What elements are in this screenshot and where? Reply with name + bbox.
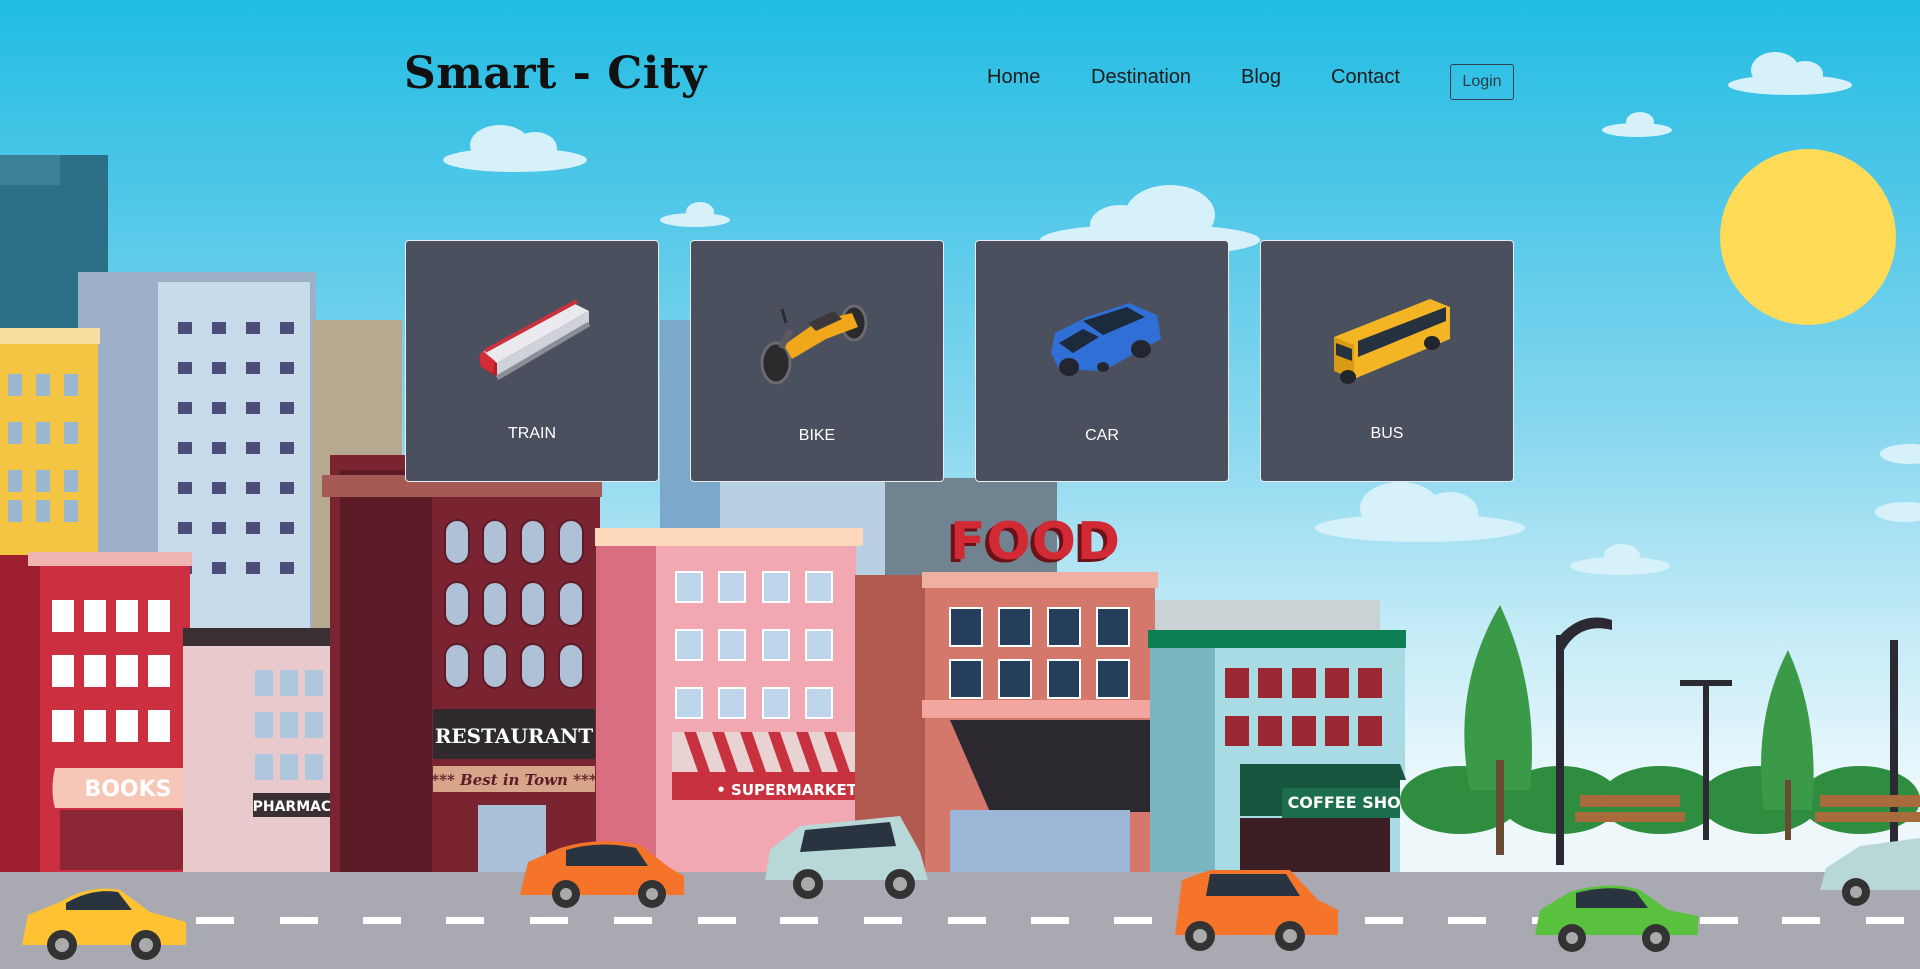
login-button[interactable]: Login <box>1450 64 1514 100</box>
train-icon <box>479 299 591 381</box>
bus-icon <box>1334 299 1450 384</box>
best-in-town-sign: *** Best in Town *** <box>431 771 597 789</box>
nav-destination[interactable]: Destination <box>1091 66 1191 89</box>
nav-contact[interactable]: Contact <box>1331 66 1400 89</box>
food-sign: FOOD <box>950 512 1122 572</box>
card-label-car: CAR <box>1085 427 1119 444</box>
card-label-bus: BUS <box>1370 425 1404 442</box>
transport-card-car[interactable]: CAR <box>975 240 1229 482</box>
transport-card-train[interactable]: TRAIN <box>405 240 659 482</box>
city-background-scene: BOOKS PHARMACY RESTAURANT *** Best in To… <box>0 0 1920 969</box>
supermarket-sign: • SUPERMARKET • <box>716 781 872 799</box>
books-sign: BOOKS <box>84 777 171 802</box>
card-label-train: TRAIN <box>508 425 556 442</box>
card-label-bike: BIKE <box>798 427 836 444</box>
city-illustration: BOOKS PHARMACY RESTAURANT *** Best in To… <box>0 52 1920 969</box>
transport-card-bus[interactable]: BUS <box>1260 240 1514 482</box>
nav-home[interactable]: Home <box>987 66 1040 89</box>
transport-card-bike[interactable]: BIKE <box>690 240 944 482</box>
pharmacy-sign: PHARMACY <box>253 799 343 815</box>
nav-blog[interactable]: Blog <box>1241 66 1281 89</box>
site-logo[interactable]: Smart - City <box>404 48 707 99</box>
coffee-shop-sign: COFFEE SHOP <box>1288 793 1413 812</box>
restaurant-sign: RESTAURANT <box>435 724 593 748</box>
sun <box>1720 149 1896 325</box>
car-icon <box>1051 303 1161 376</box>
motorbike-icon <box>760 304 868 385</box>
